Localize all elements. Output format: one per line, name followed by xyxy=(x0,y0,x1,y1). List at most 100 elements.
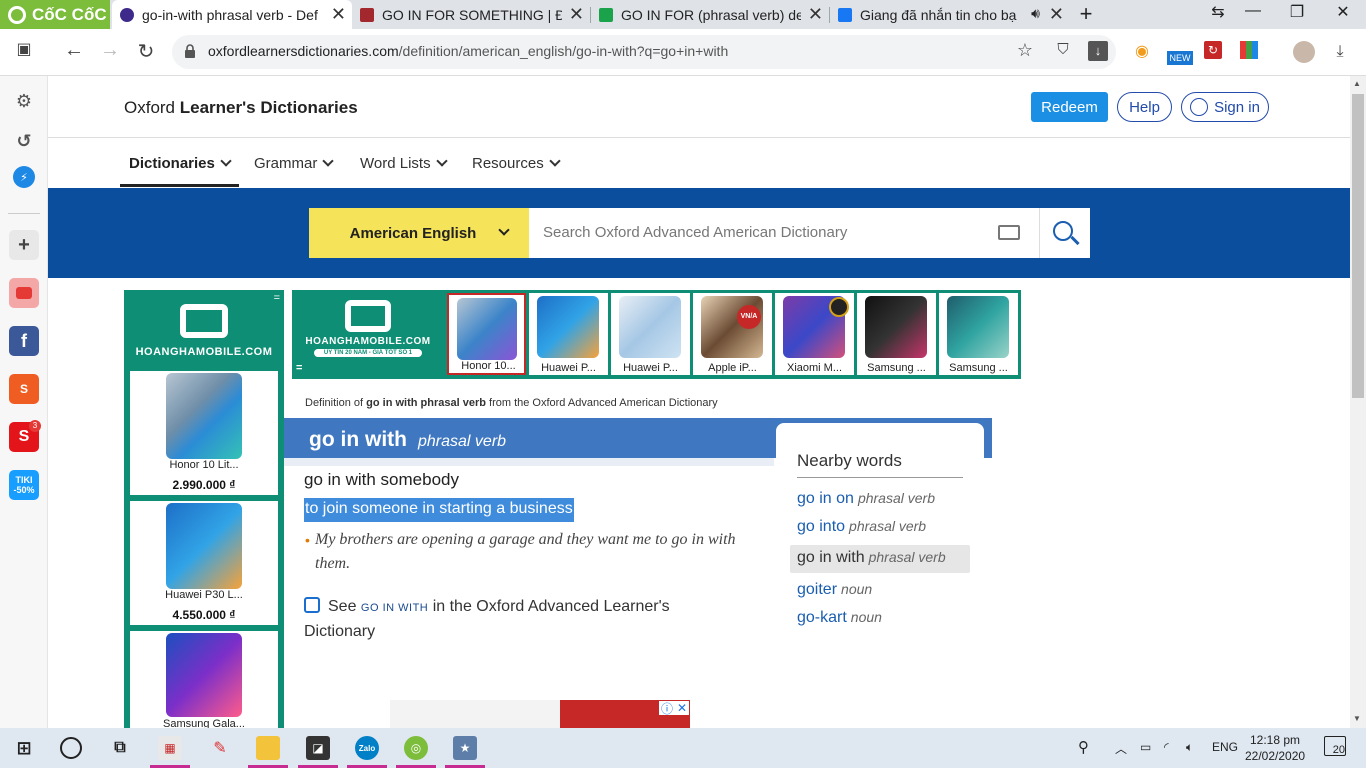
close-tab-icon[interactable]: ✕ xyxy=(569,4,584,25)
add-shortcut-icon[interactable]: + xyxy=(9,230,39,260)
app-ultraviewer-icon[interactable]: ▦ xyxy=(158,736,182,760)
ad-product-card[interactable]: Honor 10 Lit... 2.990.000 ₫ xyxy=(130,371,278,495)
nearby-word-link[interactable]: go into phrasal verb xyxy=(797,518,926,536)
ad-product-card[interactable]: Samsung Gala... xyxy=(130,631,278,728)
nearby-word-link[interactable]: go in on phrasal verb xyxy=(797,490,935,508)
ad-thumb-apple[interactable]: VN/A Apple iP... xyxy=(693,293,772,375)
sidebar-divider xyxy=(8,213,40,214)
address-bar[interactable]: oxfordlearnersdictionaries.com/definitio… xyxy=(172,35,1116,69)
extension-color-icon[interactable] xyxy=(1240,41,1258,59)
back-button[interactable]: ← xyxy=(60,39,88,62)
ad-thumb-honor[interactable]: Honor 10... xyxy=(447,293,526,375)
tab-facebook[interactable]: Giang đã nhắn tin cho bạ 🔊︎ ✕ xyxy=(830,0,1070,29)
search-input[interactable]: Search Oxford Advanced American Dictiona… xyxy=(529,208,1039,258)
input-language[interactable]: ENG xyxy=(1212,740,1238,754)
close-window-button[interactable]: ✕ xyxy=(1328,2,1358,22)
task-view-icon[interactable]: ⧉ xyxy=(108,736,132,760)
app-generic-icon[interactable]: ★ xyxy=(453,736,477,760)
ad-thumb-huawei-2[interactable]: Huawei P... xyxy=(611,293,690,375)
clock-date: 22/02/2020 xyxy=(1245,749,1306,763)
bottom-ad-banner[interactable] xyxy=(390,700,690,728)
volume-icon[interactable]: 🔈︎ xyxy=(1186,740,1193,755)
ad-product-card[interactable]: Huawei P30 L... 4.550.000 ₫ xyxy=(130,501,278,625)
tab-title: Giang đã nhắn tin cho bạ xyxy=(860,6,1017,23)
youtube-icon[interactable] xyxy=(9,278,39,308)
extension-chrome-icon[interactable]: ◉ xyxy=(1131,41,1153,63)
restore-button[interactable]: ❐ xyxy=(1282,2,1312,22)
nearby-word-link[interactable]: goiter noun xyxy=(797,581,872,599)
bookmark-star-icon[interactable]: ☆ xyxy=(1014,39,1036,61)
windows-taskbar: ⊞ ⧉ ▦ ✎ ◪ Zalo ◎ ★ ⚲ ︿ ▭ ◜ 🔈︎ ENG 12:18 … xyxy=(0,728,1366,768)
definition-text[interactable]: to join someone in starting a business xyxy=(304,498,574,522)
scroll-down-icon[interactable]: ▼ xyxy=(1353,714,1361,723)
keyboard-icon[interactable] xyxy=(998,225,1020,240)
new-tab-button[interactable]: + xyxy=(1071,1,1101,27)
ad-thumb-samsung-2[interactable]: Samsung ... xyxy=(939,293,1018,375)
search-button[interactable] xyxy=(1039,208,1090,258)
ad-menu-icon[interactable]: = xyxy=(274,292,280,304)
site-title[interactable]: Oxford Learner's Dictionaries xyxy=(124,98,358,118)
see-also-line: See go in with in the Oxford Advanced Le… xyxy=(304,597,670,640)
minimize-button[interactable]: — xyxy=(1238,2,1268,20)
people-icon[interactable]: ⚲ xyxy=(1078,738,1089,756)
reload-button[interactable]: ↻ xyxy=(132,39,160,64)
downloads-icon[interactable]: ⤓ xyxy=(1329,41,1351,63)
wifi-icon[interactable]: ◜ xyxy=(1164,740,1169,754)
close-tab-icon[interactable]: ✕ xyxy=(1049,4,1064,25)
tab-go-in-for[interactable]: GO IN FOR (phrasal verb) def ✕ xyxy=(591,0,829,29)
ad-thumb-huawei-1[interactable]: Huawei P... xyxy=(529,293,608,375)
coccoc-menu-button[interactable]: CốC CốC xyxy=(0,0,110,29)
action-center-icon[interactable]: 20 xyxy=(1324,736,1346,756)
ad-menu-icon[interactable]: = xyxy=(296,362,302,374)
left-ad-banner[interactable]: = HOANGHAMOBILE.COM Honor 10 Lit... 2.99… xyxy=(124,290,284,728)
messenger-icon[interactable]: ⚡ xyxy=(13,166,35,188)
close-tab-icon[interactable]: ✕ xyxy=(808,4,823,25)
zalo-icon[interactable]: Zalo xyxy=(355,736,379,760)
extension-red-icon[interactable]: ↻ xyxy=(1204,41,1222,59)
extension-new-badge[interactable]: NEW xyxy=(1167,51,1193,65)
app-sticky-icon[interactable]: ◪ xyxy=(306,736,330,760)
menu-word-lists[interactable]: Word Lists xyxy=(360,155,448,172)
help-button[interactable]: Help xyxy=(1117,92,1172,122)
facebook-icon[interactable]: f xyxy=(9,326,39,356)
app-paint-icon[interactable]: ✎ xyxy=(208,736,232,760)
menu-dictionaries[interactable]: Dictionaries xyxy=(129,155,232,172)
nearby-word-current[interactable]: go in with phrasal verb xyxy=(790,545,970,573)
page-scrollbar[interactable]: ▲ ▼ xyxy=(1350,76,1366,728)
settings-icon[interactable]: ⚙ xyxy=(9,86,39,116)
ad-thumb-xiaomi[interactable]: Xiaomi M... xyxy=(775,293,854,375)
tab-list-icon[interactable]: ⇆ xyxy=(1203,2,1233,22)
history-icon[interactable]: ↺ xyxy=(9,126,39,156)
url-text[interactable]: oxfordlearnersdictionaries.com/definitio… xyxy=(208,43,728,59)
tiki-icon[interactable]: TIKI -50% xyxy=(9,470,39,500)
tab-go-in-with[interactable]: go-in-with phrasal verb - Def ✕ xyxy=(112,0,352,29)
ad-thumb-samsung-1[interactable]: Samsung ... xyxy=(857,293,936,375)
download-icon[interactable]: ↓ xyxy=(1088,41,1108,61)
tab-go-in-for-something[interactable]: GO IN FOR SOMETHING | Địn ✕ xyxy=(352,0,590,29)
menu-grammar[interactable]: Grammar xyxy=(254,155,335,172)
system-clock[interactable]: 12:18 pm 22/02/2020 xyxy=(1245,732,1305,764)
search-icon[interactable] xyxy=(60,737,82,759)
see-also-link[interactable]: go in with xyxy=(361,602,428,614)
scrollbar-thumb[interactable] xyxy=(1352,94,1364,398)
battery-icon[interactable]: ▭ xyxy=(1140,740,1151,754)
speaker-icon[interactable]: 🔊︎ xyxy=(1031,5,1040,22)
nearby-word-link[interactable]: go-kart noun xyxy=(797,609,882,627)
coccoc-taskbar-icon[interactable]: ◎ xyxy=(404,736,428,760)
sidebar-toggle-icon[interactable]: ▣ xyxy=(10,39,38,59)
profile-avatar[interactable] xyxy=(1293,41,1315,63)
top-ad-banner[interactable]: HOANGHAMOBILE.COM UY TÍN 20 NĂM - GIÁ TỐ… xyxy=(292,290,1021,379)
dictionary-language-select[interactable]: American English xyxy=(309,208,529,258)
sign-in-button[interactable]: Sign in xyxy=(1181,92,1269,122)
ad-choices-icon[interactable]: ⓘ ✕ xyxy=(659,701,689,716)
scroll-up-icon[interactable]: ▲ xyxy=(1353,79,1361,88)
file-explorer-icon[interactable] xyxy=(256,736,280,760)
tray-expand-icon[interactable]: ︿ xyxy=(1115,740,1127,757)
windows-start-icon[interactable]: ⊞ xyxy=(12,736,36,760)
menu-resources[interactable]: Resources xyxy=(472,155,561,172)
forward-button[interactable]: → xyxy=(96,39,124,62)
redeem-button[interactable]: Redeem xyxy=(1031,92,1108,122)
shopee-icon[interactable]: S xyxy=(9,374,39,404)
shield-icon[interactable]: ⛉ xyxy=(1052,39,1074,61)
close-tab-icon[interactable]: ✕ xyxy=(331,4,346,25)
